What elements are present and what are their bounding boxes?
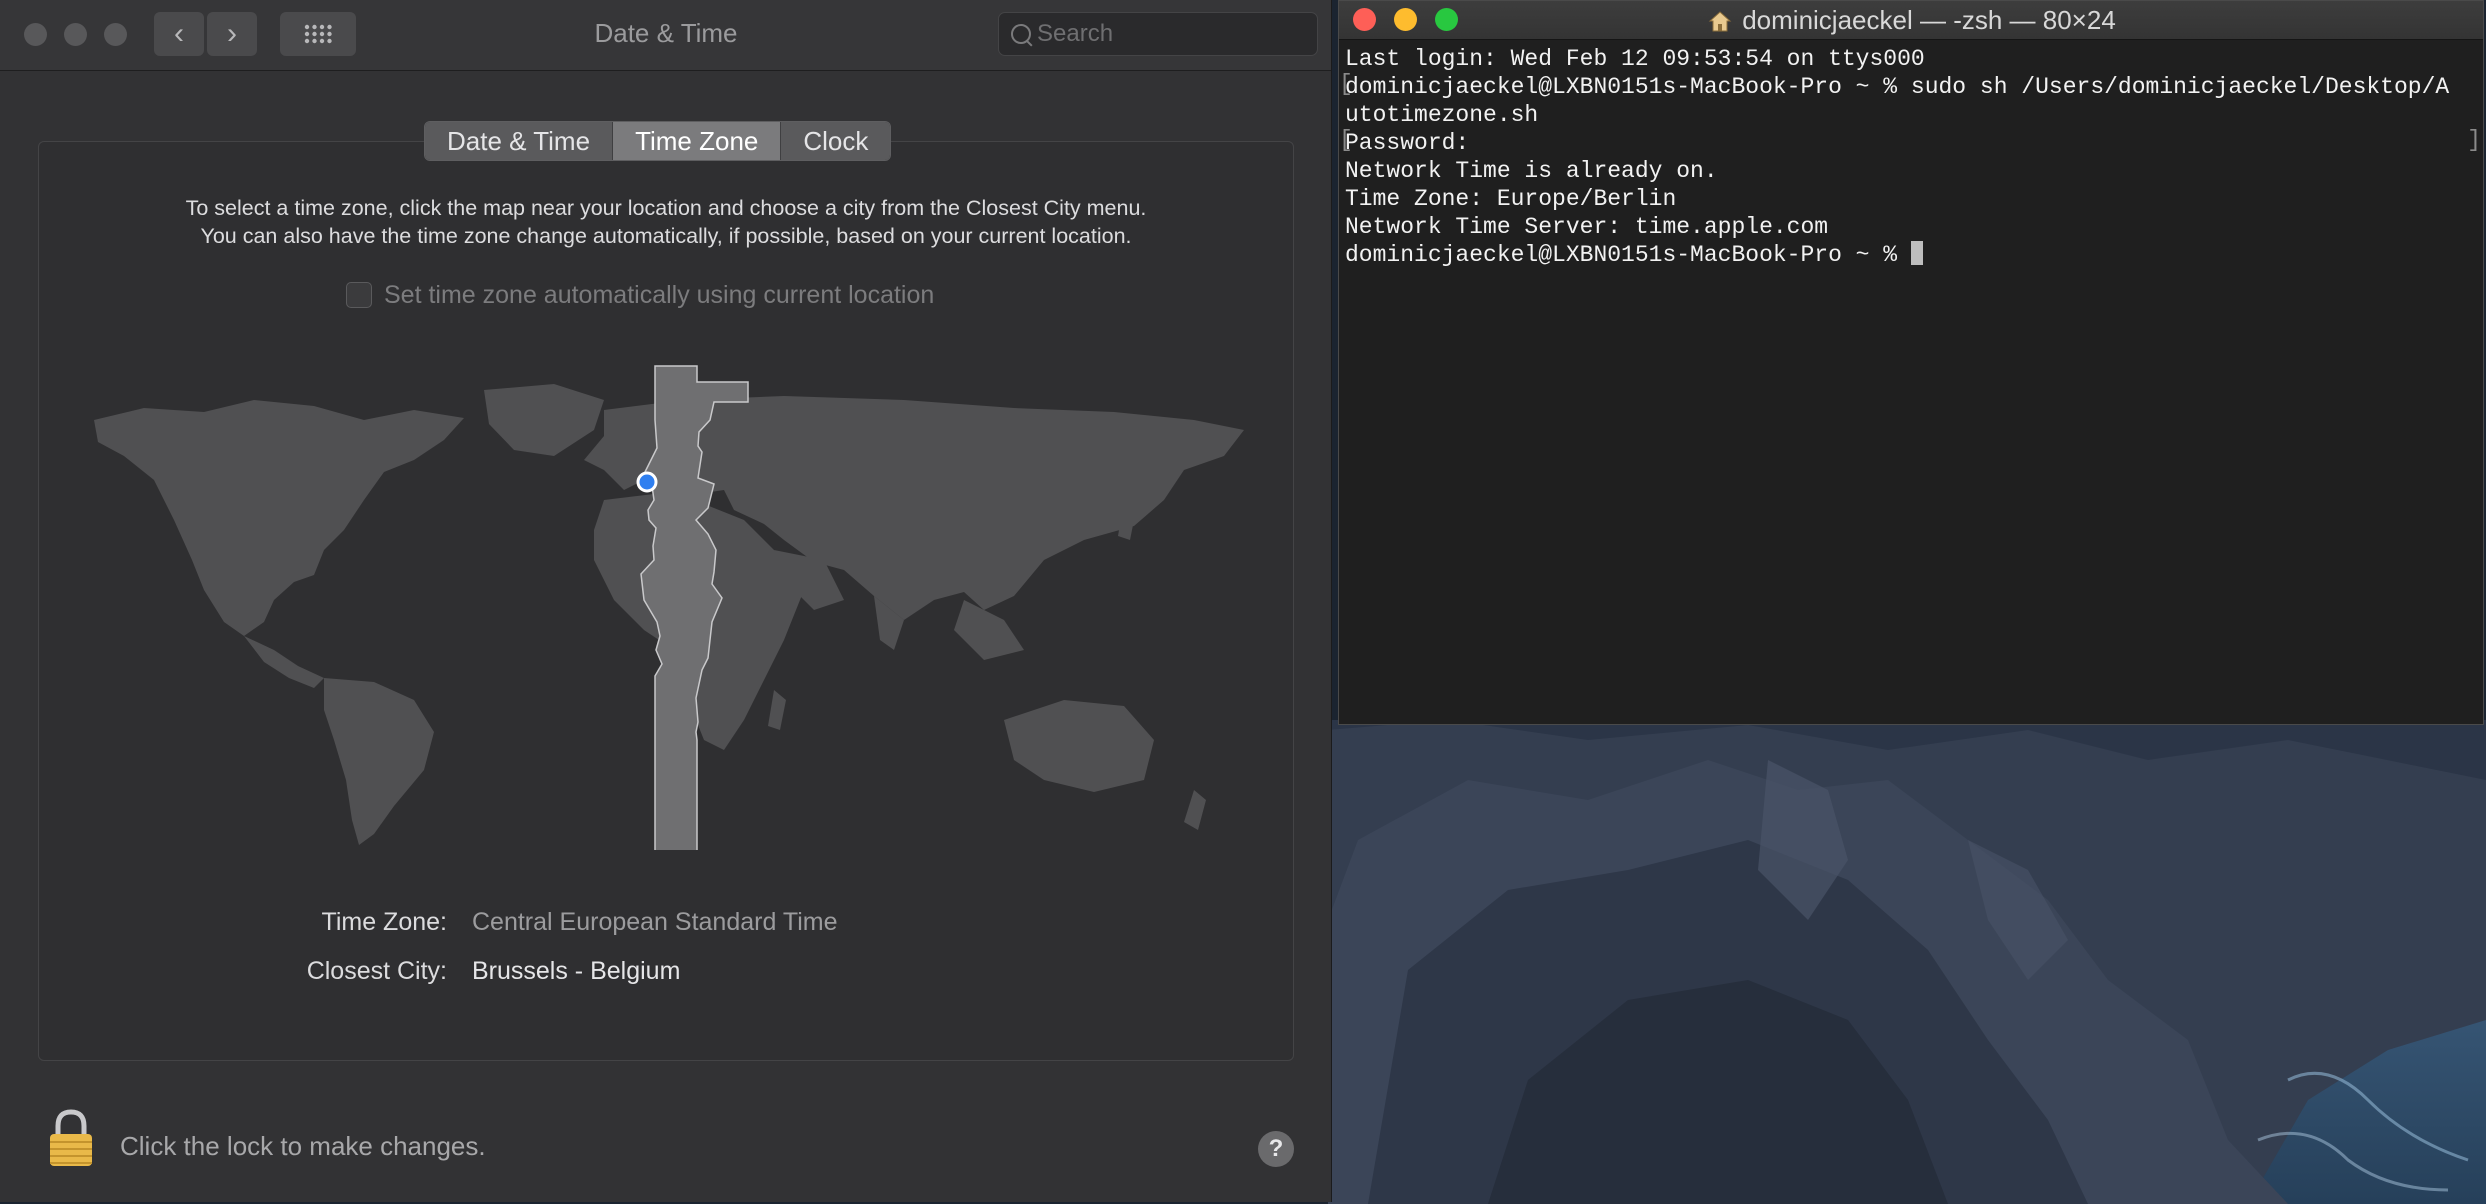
- terminal-line: Network Time is already on.: [1345, 158, 1718, 184]
- time-zone-value: Central European Standard Time: [472, 908, 838, 936]
- help-button[interactable]: ?: [1258, 1131, 1294, 1167]
- search-icon: [1011, 24, 1031, 44]
- auto-timezone-row: Set time zone automatically using curren…: [346, 278, 934, 312]
- desktop-wallpaper: [1328, 720, 2486, 1204]
- time-zone-label: Time Zone:: [321, 908, 447, 936]
- terminal-cursor: [1910, 241, 1923, 265]
- line-bracket-left: [: [1339, 127, 1353, 153]
- line-bracket-right: ]: [2467, 127, 2481, 153]
- terminal-line: utotimezone.sh: [1345, 102, 1539, 128]
- terminal-line: Network Time Server: time.apple.com: [1345, 214, 1829, 240]
- search-field[interactable]: Search: [998, 12, 1318, 56]
- closest-city-label: Closest City:: [306, 957, 447, 985]
- prefs-titlebar: ‹ › Date & Time Search: [0, 0, 1331, 71]
- terminal-title: dominicjaeckel — -zsh — 80×24: [1339, 5, 2485, 36]
- terminal-output[interactable]: Last login: Wed Feb 12 09:53:54 on ttys0…: [1345, 45, 2477, 269]
- terminal-titlebar: dominicjaeckel — -zsh — 80×24: [1339, 1, 2483, 40]
- tab-time-zone[interactable]: Time Zone: [613, 122, 782, 160]
- terminal-line: Last login: Wed Feb 12 09:53:54 on ttys0…: [1345, 46, 1925, 72]
- terminal-window: dominicjaeckel — -zsh — 80×24 Last login…: [1338, 0, 2484, 725]
- terminal-line: Time Zone: Europe/Berlin: [1345, 186, 1677, 212]
- instruction-line-2: You can also have the time zone change a…: [200, 224, 1132, 248]
- tab-clock[interactable]: Clock: [781, 122, 891, 160]
- terminal-line: dominicjaeckel@LXBN0151s-MacBook-Pro ~ %…: [1345, 74, 2450, 100]
- tab-date-time[interactable]: Date & Time: [425, 122, 614, 160]
- auto-timezone-checkbox[interactable]: [346, 282, 372, 308]
- search-placeholder: Search: [1037, 20, 1114, 47]
- terminal-title-text: dominicjaeckel — -zsh — 80×24: [1742, 5, 2116, 35]
- auto-timezone-label: Set time zone automatically using curren…: [384, 280, 935, 309]
- date-time-preferences-window: ‹ › Date & Time Search Date & Time Time …: [0, 0, 1332, 1202]
- closest-city-popup[interactable]: Brussels - Belgium: [472, 957, 680, 986]
- instruction-line-1: To select a time zone, click the map nea…: [185, 196, 1147, 220]
- location-pin-icon: [636, 471, 658, 493]
- lock-message: Click the lock to make changes.: [120, 1131, 486, 1161]
- line-bracket-left: [: [1339, 71, 1353, 97]
- world-time-zone-map[interactable]: [84, 360, 1254, 850]
- tab-bar: Date & Time Time Zone Clock: [424, 121, 892, 161]
- lock-icon[interactable]: [46, 1108, 96, 1168]
- terminal-prompt: dominicjaeckel@LXBN0151s-MacBook-Pro ~ %: [1345, 242, 1911, 268]
- terminal-prompt-line: dominicjaeckel@LXBN0151s-MacBook-Pro ~ %: [1345, 241, 2477, 269]
- terminal-line: Password:: [1345, 130, 1470, 156]
- home-folder-icon: [1708, 10, 1732, 31]
